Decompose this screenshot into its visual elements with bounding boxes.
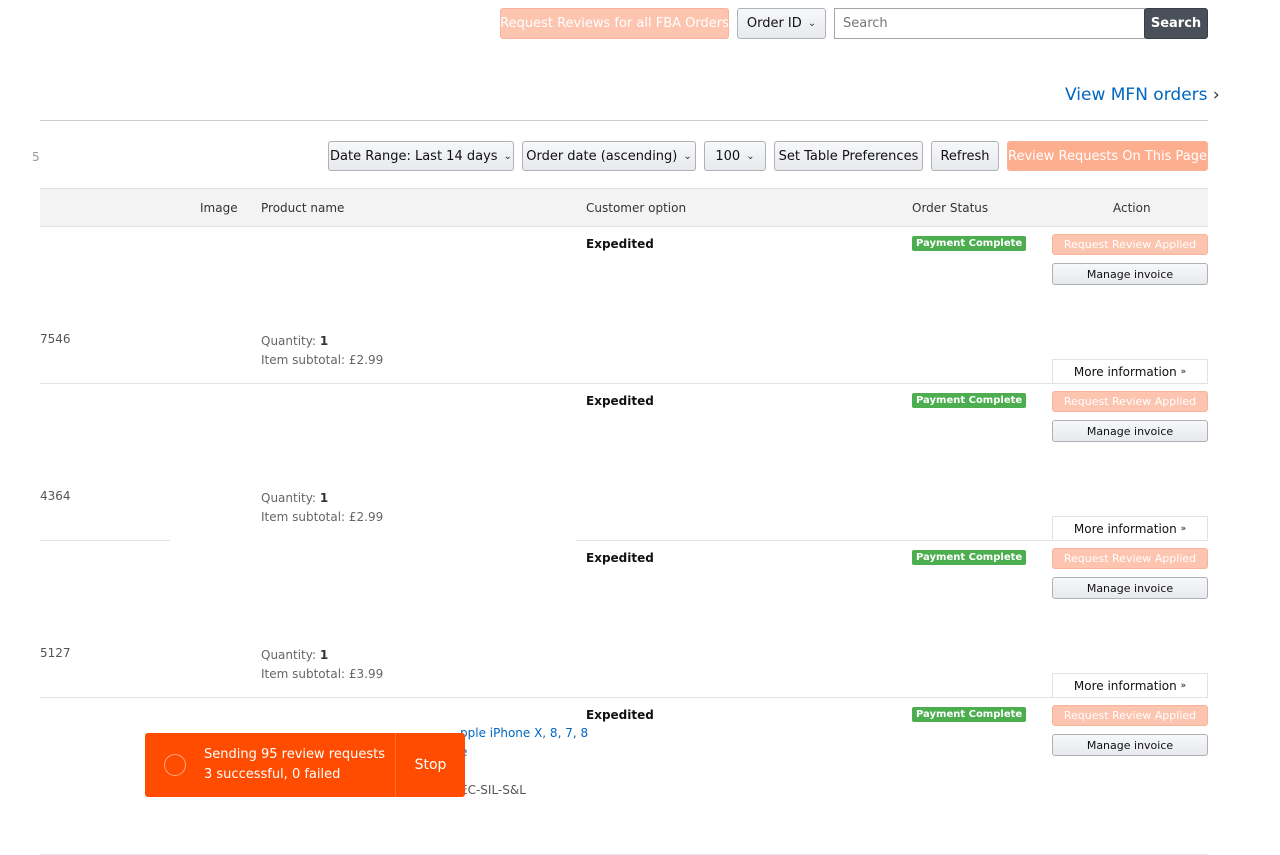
view-mfn-orders-link[interactable]: View MFN orders › (1065, 85, 1220, 105)
request-review-applied-button[interactable]: Request Review Applied (1052, 391, 1208, 412)
quantity-label: Quantity: (261, 491, 317, 505)
chevron-double-down-icon: » (1180, 523, 1187, 534)
chevron-down-icon: ⌄ (683, 150, 692, 162)
item-details: Quantity: 1 Item subtotal: £2.99 (261, 332, 383, 370)
manage-invoice-button[interactable]: Manage invoice (1052, 577, 1208, 599)
table-row: Expedited Payment Complete Request Revie… (40, 227, 1208, 384)
status-badge: Payment Complete (912, 236, 1027, 251)
toast-status: 3 successful, 0 failed (204, 767, 341, 782)
table-header: Image Product name Customer option Order… (40, 188, 1208, 227)
search-type-label: Order ID (746, 16, 802, 31)
item-details: Quantity: 1 Item subtotal: £2.99 (261, 489, 383, 527)
date-range-select[interactable]: Date Range: Last 14 days ⌄ (328, 141, 514, 171)
spinner-icon (164, 754, 186, 776)
quantity-label: Quantity: (261, 648, 317, 662)
product-name-link[interactable]: pple iPhone X, 8, 7, 8 (460, 726, 588, 740)
customer-option: Expedited (586, 708, 654, 722)
more-information-button[interactable]: More information » (1052, 359, 1208, 384)
header-image: Image (200, 201, 238, 215)
divider (40, 540, 170, 541)
request-reviews-all-fba-button[interactable]: Request Reviews for all FBA Orders (500, 8, 729, 39)
status-badge: Payment Complete (912, 707, 1027, 722)
status-badge: Payment Complete (912, 393, 1027, 408)
more-information-button[interactable]: More information » (1052, 673, 1208, 698)
sku: EC-SIL-S&L (460, 783, 526, 797)
sending-progress-toast: Sending 95 review requests 3 successful, … (145, 733, 465, 797)
sort-select[interactable]: Order date (ascending) ⌄ (522, 141, 696, 171)
refresh-button[interactable]: Refresh (931, 141, 999, 171)
quantity-value: 1 (319, 648, 329, 662)
item-subtotal: Item subtotal: £3.99 (261, 667, 384, 681)
header-order-status: Order Status (912, 201, 989, 215)
view-mfn-label: View MFN orders (1065, 85, 1208, 105)
order-id: 5127 (40, 646, 71, 660)
item-details: Quantity: 1 Item subtotal: £3.99 (261, 646, 383, 684)
per-page-select[interactable]: 100 ⌄ (704, 141, 766, 171)
table-row: Expedited Payment Complete Request Revie… (40, 541, 1208, 698)
review-requests-page-button[interactable]: Review Requests On This Page (1007, 141, 1208, 171)
chevron-double-down-icon: » (1180, 366, 1187, 377)
set-table-preferences-button[interactable]: Set Table Preferences (774, 141, 923, 171)
customer-option: Expedited (586, 551, 654, 565)
date-range-label: Date Range: Last 14 days (330, 148, 498, 164)
divider (40, 120, 1208, 121)
quantity-value: 1 (319, 334, 329, 348)
item-subtotal: Item subtotal: £2.99 (261, 353, 384, 367)
table-row: Expedited Payment Complete Request Revie… (40, 384, 1208, 541)
search-type-select[interactable]: Order ID ⌄ (737, 8, 826, 39)
manage-invoice-button[interactable]: Manage invoice (1052, 420, 1208, 442)
manage-invoice-button[interactable]: Manage invoice (1052, 263, 1208, 285)
header-customer-option: Customer option (586, 201, 687, 215)
chevron-down-icon: ⌄ (746, 150, 755, 162)
order-id: 4364 (40, 489, 71, 503)
manage-invoice-button[interactable]: Manage invoice (1052, 734, 1208, 756)
quantity-value: 1 (319, 491, 329, 505)
chevron-down-icon: ⌄ (503, 150, 512, 162)
chevron-down-icon: ⌄ (807, 18, 817, 29)
more-information-button[interactable]: More information » (1052, 516, 1208, 541)
chevron-double-down-icon: » (1180, 680, 1187, 691)
order-id: 7546 (40, 332, 71, 346)
request-review-applied-button[interactable]: Request Review Applied (1052, 548, 1208, 569)
header-product-name: Product name (261, 201, 345, 215)
quantity-label: Quantity: (261, 334, 317, 348)
sort-label: Order date (ascending) (526, 148, 678, 164)
search-input[interactable] (834, 8, 1145, 39)
more-information-label: More information (1073, 364, 1177, 379)
status-badge: Payment Complete (912, 550, 1027, 565)
order-count-fragment: 5 (32, 150, 40, 164)
toast-title: Sending 95 review requests (204, 747, 385, 762)
item-subtotal: Item subtotal: £2.99 (261, 510, 384, 524)
customer-option: Expedited (586, 237, 654, 251)
chevron-right-icon: › (1212, 85, 1220, 105)
header-action: Action (1113, 201, 1151, 215)
more-information-label: More information (1073, 678, 1177, 693)
more-information-label: More information (1073, 521, 1177, 536)
divider (576, 540, 1208, 541)
stop-button[interactable]: Stop (395, 733, 465, 797)
request-review-applied-button[interactable]: Request Review Applied (1052, 705, 1208, 726)
per-page-label: 100 (715, 148, 741, 164)
customer-option: Expedited (586, 394, 654, 408)
request-review-applied-button[interactable]: Request Review Applied (1052, 234, 1208, 255)
search-button[interactable]: Search (1144, 8, 1208, 39)
